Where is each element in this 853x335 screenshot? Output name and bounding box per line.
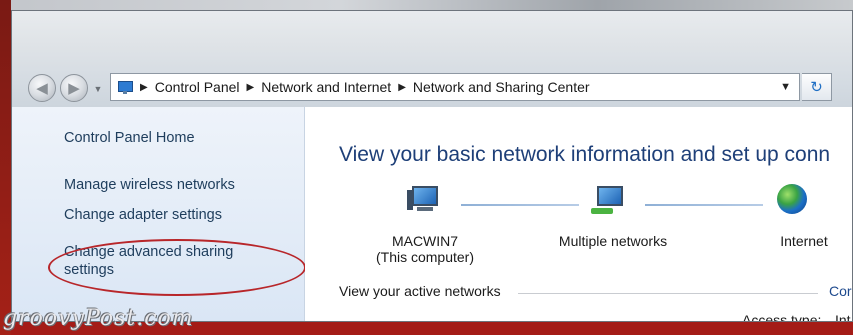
- forward-arrow-icon: ▶: [68, 80, 80, 97]
- connection-line: [461, 204, 579, 206]
- access-type-label: Access type:: [742, 312, 822, 322]
- sidebar-item-manage-wireless-networks[interactable]: Manage wireless networks: [64, 176, 235, 194]
- access-type-value: Int: [835, 312, 851, 322]
- breadcrumb-network-and-sharing-center[interactable]: Network and Sharing Center: [413, 79, 590, 95]
- connect-link[interactable]: Cor: [829, 283, 852, 299]
- network-icon[interactable]: [587, 184, 631, 224]
- explorer-window: ◀ ▶ ▼ ▶ Control Panel ▶ Network and Inte…: [11, 10, 853, 322]
- node-label-networks: Multiple networks: [558, 233, 668, 249]
- node-label-computer: MACWIN7 (This computer): [365, 233, 485, 265]
- recent-pages-dropdown[interactable]: ▼: [93, 84, 103, 94]
- desktop-edge: [0, 0, 11, 335]
- refresh-button[interactable]: ↻: [802, 73, 832, 101]
- breadcrumb-separator-icon[interactable]: ▶: [247, 82, 255, 93]
- breadcrumb-network-and-internet[interactable]: Network and Internet: [261, 79, 391, 95]
- address-dropdown-icon[interactable]: ▼: [780, 81, 791, 93]
- page-title: View your basic network information and …: [339, 143, 831, 166]
- main-content: View your basic network information and …: [305, 107, 852, 322]
- sidebar-item-change-adapter-settings[interactable]: Change adapter settings: [64, 206, 222, 224]
- address-bar[interactable]: ▶ Control Panel ▶ Network and Internet ▶…: [110, 73, 800, 101]
- computer-caption: (This computer): [375, 249, 475, 265]
- breadcrumb-control-panel[interactable]: Control Panel: [155, 79, 240, 95]
- breadcrumb-separator-icon[interactable]: ▶: [398, 82, 406, 93]
- refresh-icon: ↻: [810, 79, 823, 96]
- globe-icon[interactable]: [769, 184, 813, 224]
- active-networks-heading: View your active networks: [339, 283, 501, 299]
- window-chrome: ◀ ▶ ▼ ▶ Control Panel ▶ Network and Inte…: [12, 11, 852, 108]
- connection-line: [645, 204, 763, 206]
- computer-name: MACWIN7: [391, 233, 459, 249]
- watermark-logo: groovyPost.com: [3, 306, 194, 331]
- highlight-annotation-ring: [48, 239, 306, 296]
- sidebar-item-control-panel-home[interactable]: Control Panel Home: [64, 129, 195, 147]
- computer-icon[interactable]: [403, 184, 447, 224]
- back-button[interactable]: ◀: [28, 74, 56, 102]
- breadcrumb-separator-icon[interactable]: ▶: [140, 82, 148, 93]
- forward-button[interactable]: ▶: [60, 74, 88, 102]
- control-panel-icon: [117, 79, 133, 95]
- node-label-internet: Internet: [780, 233, 828, 249]
- section-divider: [518, 293, 818, 294]
- back-arrow-icon: ◀: [36, 80, 48, 97]
